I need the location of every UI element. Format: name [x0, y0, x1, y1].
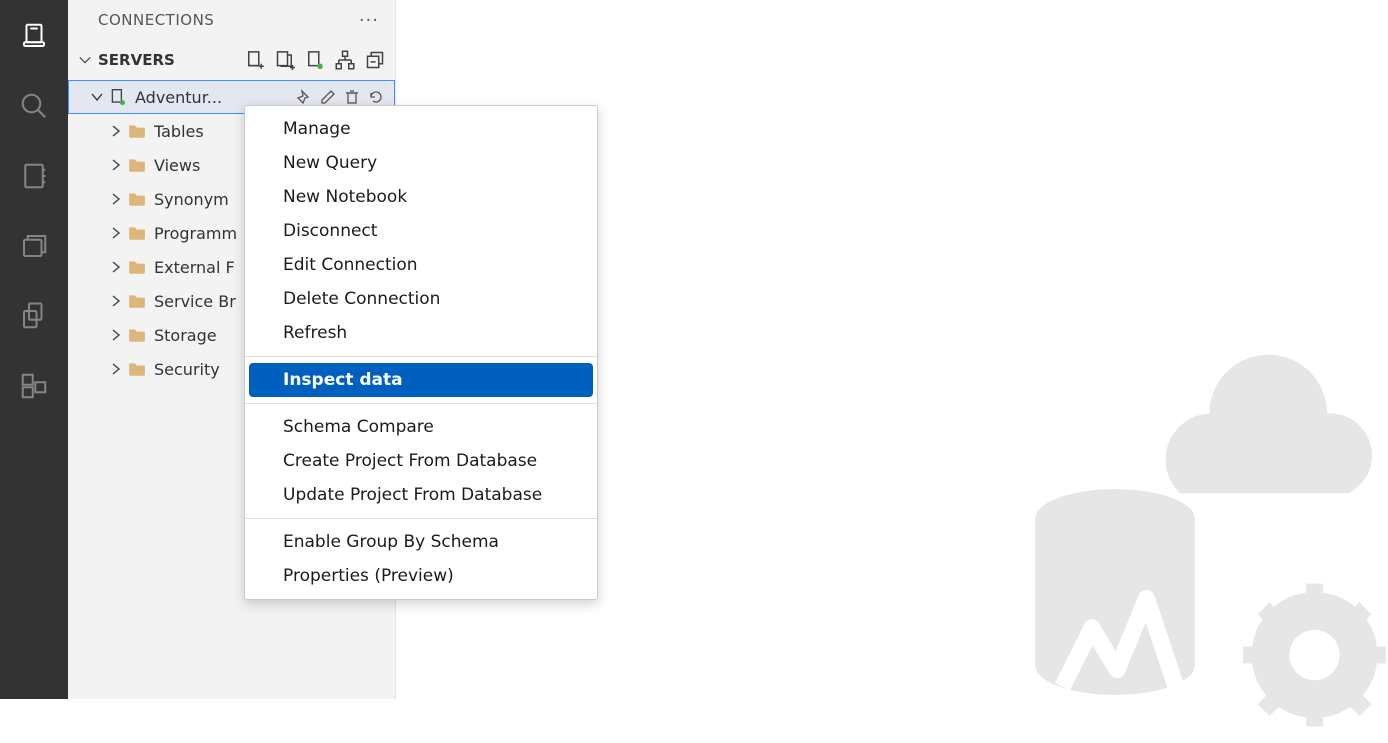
servers-toolbar — [245, 50, 385, 70]
hierarchy-icon[interactable] — [335, 50, 355, 70]
chevron-right-icon — [108, 157, 124, 173]
folder-icon — [128, 326, 146, 344]
menu-separator — [245, 518, 597, 519]
activity-connections-icon[interactable] — [14, 16, 54, 56]
servers-label: SERVERS — [98, 51, 245, 69]
refresh-icon[interactable] — [368, 89, 384, 105]
context-menu: ManageNew QueryNew NotebookDisconnectEdi… — [244, 105, 598, 600]
folder-icon — [128, 156, 146, 174]
chevron-right-icon — [108, 327, 124, 343]
chevron-right-icon — [108, 361, 124, 377]
menu-item[interactable]: Disconnect — [245, 214, 597, 248]
delete-icon[interactable] — [344, 89, 360, 105]
menu-item[interactable]: Edit Connection — [245, 248, 597, 282]
chevron-right-icon — [108, 259, 124, 275]
server-name-label: Adventur... — [135, 88, 222, 107]
tree-item-label: Storage — [154, 326, 217, 345]
folder-icon — [128, 258, 146, 276]
activity-extensions-icon[interactable] — [14, 366, 54, 406]
watermark-logo — [968, 319, 1388, 739]
folder-icon — [128, 292, 146, 310]
menu-item[interactable]: Enable Group By Schema — [245, 525, 597, 559]
activity-source-control-icon[interactable] — [14, 296, 54, 336]
server-icon — [109, 88, 127, 106]
chevron-right-icon — [108, 191, 124, 207]
tree-item-label: Views — [154, 156, 200, 175]
connected-server-icon[interactable] — [305, 50, 325, 70]
servers-section-header[interactable]: SERVERS — [68, 40, 395, 80]
activity-bar — [0, 0, 68, 699]
menu-item[interactable]: Inspect data — [249, 363, 593, 397]
pin-icon[interactable] — [296, 89, 312, 105]
sidebar-title: CONNECTIONS — [98, 11, 214, 29]
chevron-down-icon — [78, 53, 92, 67]
menu-item[interactable]: New Notebook — [245, 180, 597, 214]
folder-icon — [128, 122, 146, 140]
tree-item-label: Security — [154, 360, 220, 379]
sidebar-header: CONNECTIONS ··· — [68, 0, 395, 40]
chevron-down-icon — [89, 89, 105, 105]
tree-item-label: External F — [154, 258, 235, 277]
edit-icon[interactable] — [320, 89, 336, 105]
chevron-right-icon — [108, 225, 124, 241]
folder-icon — [128, 224, 146, 242]
menu-item[interactable]: Update Project From Database — [245, 478, 597, 512]
tree-item-label: Service Br — [154, 292, 236, 311]
activity-explorer-icon[interactable] — [14, 226, 54, 266]
tree-item-label: Tables — [154, 122, 204, 141]
menu-item[interactable]: Properties (Preview) — [245, 559, 597, 593]
chevron-right-icon — [108, 123, 124, 139]
menu-item[interactable]: Manage — [245, 112, 597, 146]
tree-item-label: Synonym — [154, 190, 229, 209]
new-connection-icon[interactable] — [245, 50, 265, 70]
new-group-icon[interactable] — [275, 50, 295, 70]
chevron-right-icon — [108, 293, 124, 309]
menu-separator — [245, 356, 597, 357]
menu-item[interactable]: Create Project From Database — [245, 444, 597, 478]
folder-icon — [128, 360, 146, 378]
menu-item[interactable]: Refresh — [245, 316, 597, 350]
menu-item[interactable]: Schema Compare — [245, 410, 597, 444]
menu-item[interactable]: Delete Connection — [245, 282, 597, 316]
activity-search-icon[interactable] — [14, 86, 54, 126]
activity-notebook-icon[interactable] — [14, 156, 54, 196]
folder-icon — [128, 190, 146, 208]
collapse-all-icon[interactable] — [365, 50, 385, 70]
menu-item[interactable]: New Query — [245, 146, 597, 180]
more-actions-icon[interactable]: ··· — [359, 10, 379, 31]
menu-separator — [245, 403, 597, 404]
server-row-actions — [296, 89, 394, 105]
tree-item-label: Programm — [154, 224, 237, 243]
